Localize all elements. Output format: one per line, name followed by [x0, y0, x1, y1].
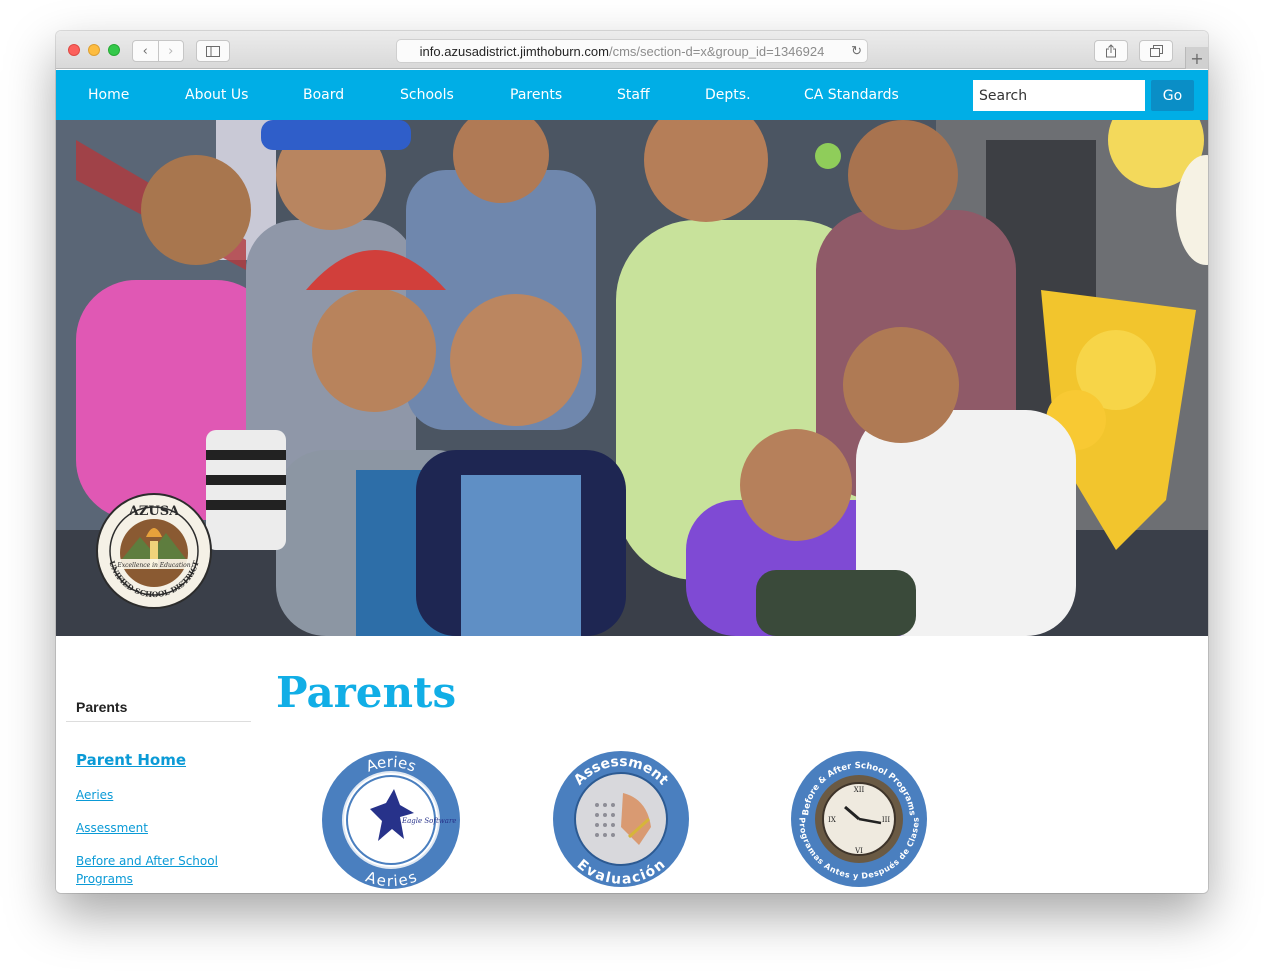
- svg-text:IX: IX: [828, 816, 836, 824]
- nav-staff[interactable]: Staff: [617, 70, 650, 120]
- nav-schools[interactable]: Schools: [400, 70, 454, 120]
- back-button[interactable]: ‹: [133, 41, 158, 61]
- reload-icon[interactable]: ↻: [851, 43, 862, 59]
- sidebar-link-aeries[interactable]: Aeries: [76, 786, 113, 804]
- nav-depts[interactable]: Depts.: [705, 70, 751, 120]
- history-nav: ‹ ›: [132, 40, 184, 62]
- address-bar[interactable]: info.azusadistrict.jimthoburn.com/cms/se…: [396, 39, 868, 63]
- share-button[interactable]: [1094, 40, 1128, 62]
- tab-overview-button[interactable]: [1139, 40, 1173, 62]
- browser-window: ‹ › info.azusadistrict.jimthoburn.com/cm…: [56, 31, 1208, 893]
- sidebar-link-before-after-school[interactable]: Before and After School Programs: [76, 852, 236, 888]
- nav-ca-standards[interactable]: CA Standards: [804, 70, 899, 120]
- sidebar-title: Parents: [76, 699, 128, 715]
- sidebar-divider: [66, 721, 251, 722]
- family-photo: [56, 120, 1208, 636]
- page-content: Parents Parent Home Aeries Assessment Be…: [56, 636, 1208, 893]
- sidebar-icon: [206, 45, 220, 57]
- tabs-icon: [1149, 45, 1163, 57]
- svg-text:XII: XII: [854, 786, 865, 794]
- sidebar-link-parent-home[interactable]: Parent Home: [76, 751, 186, 769]
- url-path: /cms/section-d=x&group_id=1346924: [608, 43, 825, 59]
- before-after-school-badge[interactable]: XII III VI IX Before & After School Prog…: [789, 749, 929, 889]
- close-window-button[interactable]: [68, 44, 80, 56]
- aeries-badge[interactable]: Eagle Software Aeries Aeries: [320, 749, 462, 891]
- eagle-software-text: Eagle Software: [401, 817, 456, 825]
- page-title: Parents: [276, 668, 457, 717]
- go-button[interactable]: Go: [1151, 80, 1194, 111]
- share-icon: [1106, 44, 1116, 58]
- nav-home[interactable]: Home: [88, 70, 129, 120]
- url-domain: info.azusadistrict.jimthoburn.com: [419, 43, 609, 59]
- svg-text:III: III: [882, 816, 891, 824]
- seal-motto: Excellence in Education: [116, 562, 190, 569]
- district-seal-logo: Excellence in Education AZUSA UNIFIED SC…: [96, 493, 212, 609]
- nav-about-us[interactable]: About Us: [185, 70, 248, 120]
- nav-board[interactable]: Board: [303, 70, 344, 120]
- minimize-window-button[interactable]: [88, 44, 100, 56]
- forward-button[interactable]: ›: [157, 41, 184, 61]
- assessment-badge[interactable]: Assessment Evaluación: [551, 749, 691, 889]
- hero-photo: Excellence in Education AZUSA UNIFIED SC…: [56, 120, 1208, 636]
- sidebar-link-assessment[interactable]: Assessment: [76, 819, 148, 837]
- new-tab-button[interactable]: +: [1185, 47, 1208, 69]
- svg-text:VI: VI: [854, 847, 863, 855]
- zoom-window-button[interactable]: [108, 44, 120, 56]
- search-input[interactable]: Search: [973, 80, 1145, 111]
- site-navigation: Home About Us Board Schools Parents Staf…: [56, 70, 1208, 120]
- seal-title: AZUSA: [128, 504, 180, 519]
- nav-parents[interactable]: Parents: [510, 70, 562, 120]
- browser-toolbar: ‹ › info.azusadistrict.jimthoburn.com/cm…: [56, 31, 1208, 69]
- sidebar-toggle-button[interactable]: [196, 40, 230, 62]
